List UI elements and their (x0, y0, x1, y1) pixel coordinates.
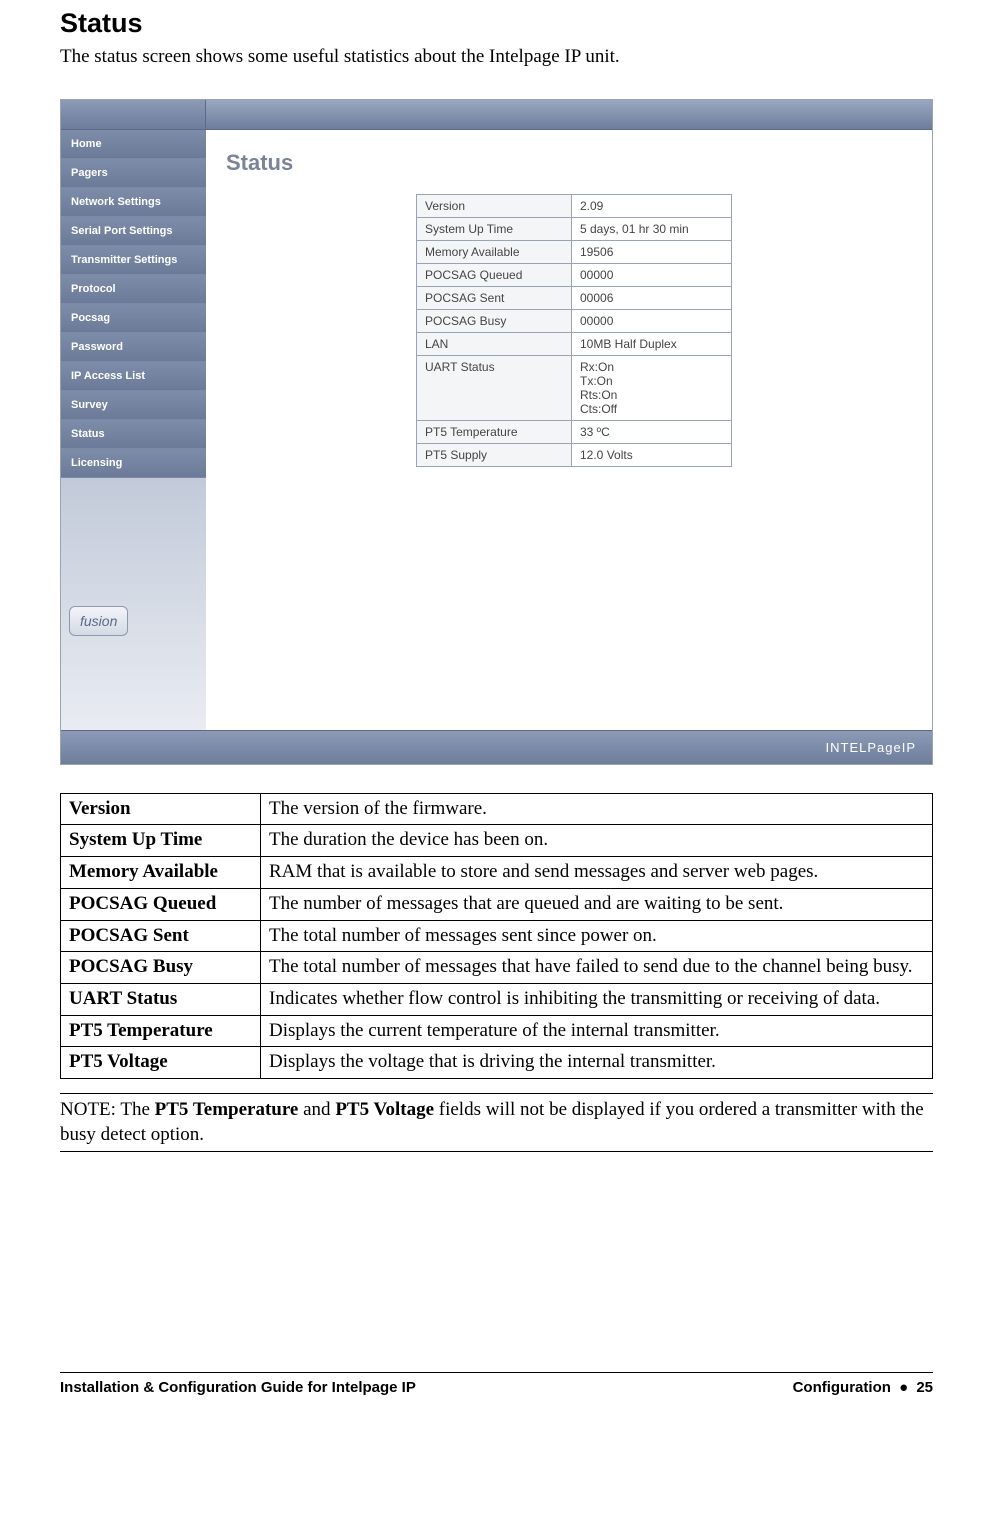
nav-pocsag[interactable]: Pocsag (61, 304, 206, 333)
status-row: PT5 Temperature33 ºC (417, 420, 732, 443)
desc-text: The total number of messages sent since … (261, 920, 933, 952)
status-row: UART StatusRx:On Tx:On Rts:On Cts:Off (417, 355, 732, 420)
status-value: 5 days, 01 hr 30 min (572, 217, 732, 240)
app-main: Status Version2.09 System Up Time5 days,… (206, 130, 932, 730)
desc-text: The version of the firmware. (261, 793, 933, 825)
nav-pagers[interactable]: Pagers (61, 159, 206, 188)
status-key: UART Status (417, 355, 572, 420)
table-row: Memory AvailableRAM that is available to… (61, 857, 933, 889)
nav-ip-access-list[interactable]: IP Access List (61, 362, 206, 391)
status-row: LAN10MB Half Duplex (417, 332, 732, 355)
status-value: 00006 (572, 286, 732, 309)
app-screenshot: Home Pagers Network Settings Serial Port… (60, 99, 933, 765)
desc-term: UART Status (61, 983, 261, 1015)
status-row: POCSAG Queued00000 (417, 263, 732, 286)
status-value: 33 ºC (572, 420, 732, 443)
status-key: POCSAG Queued (417, 263, 572, 286)
status-key: Memory Available (417, 240, 572, 263)
section-heading: Status (60, 8, 933, 39)
app-topbar (61, 100, 932, 130)
status-row: Version2.09 (417, 194, 732, 217)
note-bold-1: PT5 Temperature (155, 1099, 299, 1120)
status-key: Version (417, 194, 572, 217)
status-key: PT5 Supply (417, 443, 572, 466)
description-table: VersionThe version of the firmware. Syst… (60, 793, 933, 1079)
status-value: 19506 (572, 240, 732, 263)
status-key: POCSAG Sent (417, 286, 572, 309)
table-row: System Up TimeThe duration the device ha… (61, 825, 933, 857)
topbar-logo-cell (61, 100, 206, 129)
note-prefix: NOTE: The (60, 1099, 155, 1120)
status-key: LAN (417, 332, 572, 355)
desc-term: POCSAG Queued (61, 888, 261, 920)
table-row: PT5 VoltageDisplays the voltage that is … (61, 1047, 933, 1079)
table-row: VersionThe version of the firmware. (61, 793, 933, 825)
desc-text: Displays the voltage that is driving the… (261, 1047, 933, 1079)
status-row: PT5 Supply12.0 Volts (417, 443, 732, 466)
nav-home[interactable]: Home (61, 130, 206, 159)
status-row: System Up Time5 days, 01 hr 30 min (417, 217, 732, 240)
desc-term: POCSAG Busy (61, 952, 261, 984)
status-key: POCSAG Busy (417, 309, 572, 332)
status-row: POCSAG Busy00000 (417, 309, 732, 332)
status-value: 00000 (572, 263, 732, 286)
footer-page-number: 25 (916, 1379, 933, 1396)
nav-protocol[interactable]: Protocol (61, 275, 206, 304)
desc-text: Displays the current temperature of the … (261, 1015, 933, 1047)
desc-text: RAM that is available to store and send … (261, 857, 933, 889)
nav-status[interactable]: Status (61, 420, 206, 449)
fusion-badge: fusion (69, 606, 128, 636)
sidebar-nav: Home Pagers Network Settings Serial Port… (61, 130, 206, 730)
app-bottombar: INTELPageIP (61, 730, 932, 764)
nav-survey[interactable]: Survey (61, 391, 206, 420)
status-value: 2.09 (572, 194, 732, 217)
status-row: Memory Available19506 (417, 240, 732, 263)
status-key: PT5 Temperature (417, 420, 572, 443)
desc-text: The total number of messages that have f… (261, 952, 933, 984)
note-mid: and (298, 1099, 335, 1120)
table-row: POCSAG BusyThe total number of messages … (61, 952, 933, 984)
page-title: Status (226, 150, 912, 176)
desc-term: Version (61, 793, 261, 825)
footer-bullet-icon: ● (895, 1379, 912, 1396)
status-value: 00000 (572, 309, 732, 332)
nav-serial-port-settings[interactable]: Serial Port Settings (61, 217, 206, 246)
footer-right: Configuration ● 25 (793, 1379, 933, 1396)
desc-text: Indicates whether flow control is inhibi… (261, 983, 933, 1015)
desc-text: The duration the device has been on. (261, 825, 933, 857)
desc-term: Memory Available (61, 857, 261, 889)
nav-network-settings[interactable]: Network Settings (61, 188, 206, 217)
table-row: PT5 TemperatureDisplays the current temp… (61, 1015, 933, 1047)
table-row: UART StatusIndicates whether flow contro… (61, 983, 933, 1015)
nav-password[interactable]: Password (61, 333, 206, 362)
table-row: POCSAG QueuedThe number of messages that… (61, 888, 933, 920)
desc-term: System Up Time (61, 825, 261, 857)
nav-transmitter-settings[interactable]: Transmitter Settings (61, 246, 206, 275)
note-block: NOTE: The PT5 Temperature and PT5 Voltag… (60, 1093, 933, 1152)
desc-term: PT5 Voltage (61, 1047, 261, 1079)
desc-text: The number of messages that are queued a… (261, 888, 933, 920)
status-key: System Up Time (417, 217, 572, 240)
desc-term: POCSAG Sent (61, 920, 261, 952)
status-value: 10MB Half Duplex (572, 332, 732, 355)
status-table: Version2.09 System Up Time5 days, 01 hr … (416, 194, 732, 467)
nav-licensing[interactable]: Licensing (61, 449, 206, 478)
note-bold-2: PT5 Voltage (335, 1099, 434, 1120)
footer-left: Installation & Configuration Guide for I… (60, 1379, 416, 1396)
intro-text: The status screen shows some useful stat… (60, 45, 933, 69)
status-row: POCSAG Sent00006 (417, 286, 732, 309)
brand-text: INTELPageIP (826, 740, 917, 755)
footer-section: Configuration (793, 1379, 891, 1396)
page-footer: Installation & Configuration Guide for I… (60, 1372, 933, 1396)
desc-term: PT5 Temperature (61, 1015, 261, 1047)
table-row: POCSAG SentThe total number of messages … (61, 920, 933, 952)
status-value: Rx:On Tx:On Rts:On Cts:Off (572, 355, 732, 420)
status-value: 12.0 Volts (572, 443, 732, 466)
